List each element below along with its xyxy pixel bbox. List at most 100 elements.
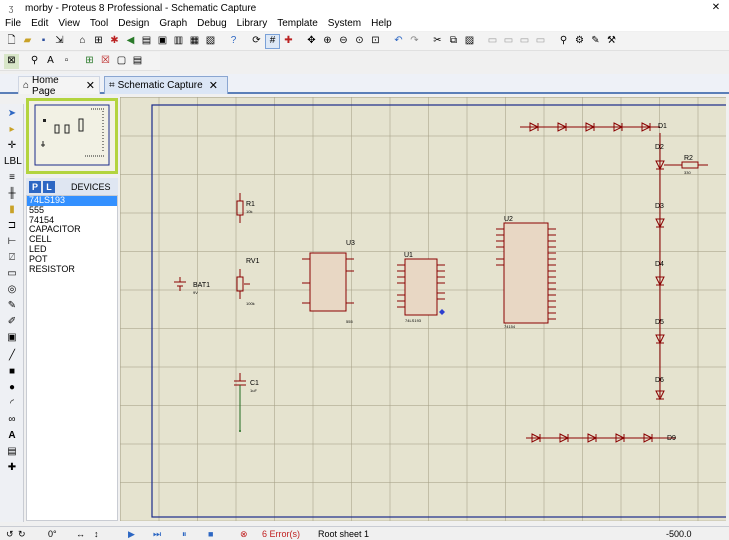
refresh-icon[interactable]: ⟳: [249, 34, 264, 49]
junction-dot-icon[interactable]: ✛: [4, 138, 20, 153]
mirror-vertical-icon[interactable]: ↕: [94, 529, 99, 539]
menu-bar: File Edit View Tool Design Graph Debug L…: [0, 16, 729, 31]
menu-help[interactable]: Help: [366, 16, 397, 31]
pick-devices-button[interactable]: P: [29, 180, 41, 193]
menu-file[interactable]: File: [0, 16, 26, 31]
schematic-icon[interactable]: ⊞: [91, 34, 106, 49]
tape-recorder-icon[interactable]: ▭: [4, 266, 20, 281]
pick-device-icon[interactable]: ⚲: [556, 34, 571, 49]
grid-icon[interactable]: #: [265, 33, 280, 49]
step-button[interactable]: ⏭: [153, 529, 161, 540]
block-delete-icon[interactable]: ▭: [533, 34, 548, 49]
menu-template[interactable]: Template: [272, 16, 323, 31]
3d-view-icon[interactable]: ▣: [155, 34, 170, 49]
block-move-icon[interactable]: ▭: [501, 34, 516, 49]
remove-sheet-icon[interactable]: ☒: [98, 54, 113, 69]
pause-button[interactable]: ⏸: [182, 529, 187, 540]
list-item[interactable]: RESISTOR: [27, 264, 117, 275]
design-explorer-icon[interactable]: ▦: [187, 34, 202, 49]
library-manager-button[interactable]: L: [43, 180, 55, 193]
new-sheet-icon[interactable]: ▫: [59, 54, 74, 69]
bom-icon[interactable]: ▥: [171, 34, 186, 49]
marker-icon[interactable]: ✚: [4, 460, 20, 475]
box-icon[interactable]: ■: [4, 364, 20, 379]
block-copy-icon[interactable]: ▭: [485, 34, 500, 49]
tab-home-page[interactable]: ⌂ Home Page ✕: [18, 75, 100, 97]
path-icon[interactable]: ∞: [4, 412, 20, 427]
zoom-area-icon[interactable]: ⊡: [368, 34, 383, 49]
tab-schematic-capture[interactable]: ⌗ Schematic Capture ✕: [104, 76, 228, 94]
search-tag-icon[interactable]: ⚲: [27, 54, 42, 69]
text-icon[interactable]: A: [4, 428, 20, 443]
close-tab-icon[interactable]: ✕: [209, 79, 218, 92]
packaging-tool-icon[interactable]: ✎: [588, 34, 603, 49]
rotate-ccw-icon[interactable]: ↺: [6, 529, 14, 540]
new-file-icon[interactable]: 🗋: [4, 34, 19, 49]
menu-design[interactable]: Design: [113, 16, 154, 31]
zoom-in-icon[interactable]: ⊕: [320, 34, 335, 49]
symbol-icon[interactable]: ▤: [4, 444, 20, 459]
zoom-out-icon[interactable]: ⊖: [336, 34, 351, 49]
led-d1-label: D1: [658, 123, 667, 130]
wire-autorouter-icon[interactable]: ⊠: [4, 53, 19, 69]
generator-icon[interactable]: ◎: [4, 282, 20, 297]
subcircuit-icon[interactable]: ▮: [4, 202, 20, 217]
menu-edit[interactable]: Edit: [26, 16, 53, 31]
close-tab-icon[interactable]: ✕: [86, 79, 95, 92]
decompose-icon[interactable]: ⚒: [604, 34, 619, 49]
component-mode-icon[interactable]: ▸: [4, 122, 20, 137]
menu-view[interactable]: View: [53, 16, 85, 31]
stop-button[interactable]: ■: [208, 529, 213, 539]
current-probe-icon[interactable]: ✐: [4, 314, 20, 329]
buses-icon[interactable]: ╫: [4, 186, 20, 201]
menu-debug[interactable]: Debug: [192, 16, 231, 31]
graph-icon[interactable]: ⍁: [4, 250, 20, 265]
undo-icon[interactable]: ↶: [391, 34, 406, 49]
menu-tool[interactable]: Tool: [85, 16, 113, 31]
overview-window[interactable]: [26, 98, 118, 174]
redo-icon[interactable]: ↷: [407, 34, 422, 49]
import-icon[interactable]: ⇲: [52, 34, 67, 49]
add-sheet-icon[interactable]: ⊞: [82, 54, 97, 69]
zoom-all-icon[interactable]: ⊙: [352, 34, 367, 49]
voltage-probe-icon[interactable]: ✎: [4, 298, 20, 313]
schematic-icon: ⌗: [109, 80, 115, 91]
simulation-icon[interactable]: ◀: [123, 34, 138, 49]
text-script-icon[interactable]: ≡: [4, 170, 20, 185]
home-icon[interactable]: ⌂: [75, 34, 90, 49]
menu-system[interactable]: System: [323, 16, 366, 31]
rotation-value[interactable]: 0°: [48, 529, 57, 539]
schematic-canvas[interactable]: R1 10k RV1 100k BAT1 9V C1 1uF U3 555 U1…: [120, 97, 729, 521]
copy-icon[interactable]: ⧉: [446, 34, 461, 49]
arc-icon[interactable]: ◜: [4, 396, 20, 411]
selection-mode-icon[interactable]: ➤: [4, 106, 20, 121]
make-device-icon[interactable]: ⚙: [572, 34, 587, 49]
property-tool-icon[interactable]: A: [43, 54, 58, 69]
netlist-icon[interactable]: ▧: [203, 34, 218, 49]
paste-icon[interactable]: ▨: [462, 34, 477, 49]
block-rotate-icon[interactable]: ▭: [517, 34, 532, 49]
terminals-icon[interactable]: ⊐: [4, 218, 20, 233]
save-icon[interactable]: ▪: [36, 34, 51, 49]
rotate-cw-icon[interactable]: ↻: [18, 529, 26, 540]
play-button[interactable]: ▶: [128, 529, 135, 540]
menu-library[interactable]: Library: [232, 16, 273, 31]
cut-icon[interactable]: ✂: [430, 34, 445, 49]
virtual-instruments-icon[interactable]: ▣: [4, 330, 20, 345]
origin-icon[interactable]: ✚: [281, 34, 296, 49]
menu-graph[interactable]: Graph: [154, 16, 192, 31]
help-icon[interactable]: ?: [226, 34, 241, 49]
open-folder-icon[interactable]: ▰: [20, 34, 35, 49]
goto-sheet-icon[interactable]: ▢: [114, 54, 129, 69]
gerber-icon[interactable]: ▤: [139, 34, 154, 49]
report-icon[interactable]: ▤: [130, 54, 145, 69]
device-pins-icon[interactable]: ⊢: [4, 234, 20, 249]
close-window-button[interactable]: ✕: [703, 0, 729, 16]
wire-label-icon[interactable]: LBL: [4, 154, 22, 169]
line-icon[interactable]: ╱: [4, 348, 20, 363]
pcb-icon[interactable]: ✱: [107, 34, 122, 49]
circle-icon[interactable]: ●: [4, 380, 20, 395]
error-count[interactable]: 6 Error(s): [262, 529, 300, 539]
mirror-horizontal-icon[interactable]: ↔: [76, 529, 85, 539]
pan-icon[interactable]: ✥: [304, 34, 319, 49]
